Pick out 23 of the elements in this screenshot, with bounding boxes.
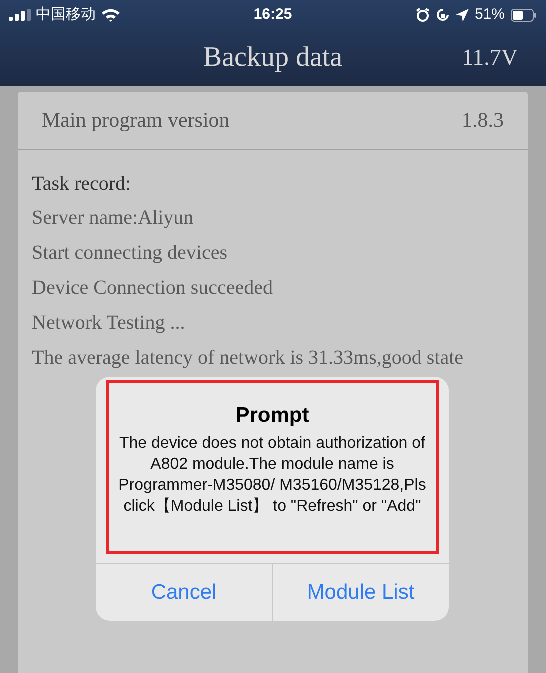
battery-icon	[511, 8, 537, 22]
task-record-line: Network Testing ...	[32, 311, 186, 335]
battery-percent: 51%	[474, 4, 505, 25]
voltage-reading: 11.7V	[462, 44, 518, 72]
clock-time: 16:25	[254, 4, 292, 25]
task-record-line: Server name:Aliyun	[32, 206, 195, 230]
cancel-button[interactable]: Cancel	[96, 564, 272, 621]
task-record-line: Start connecting devices	[32, 241, 228, 265]
location-arrow-icon	[456, 8, 469, 22]
task-record-line: Device Connection succeeded	[32, 276, 274, 300]
wifi-icon	[101, 8, 121, 22]
dialog-message: The device does not obtain authorization of A802 module.The module name is Programmer-M35080/ M35160/M35128,Pls click【Module List】 to "Refresh" or "Add"	[118, 434, 428, 517]
version-value: 1.8.3	[462, 106, 504, 134]
task-record-heading: Task record:	[32, 172, 132, 196]
signal-icon	[9, 9, 31, 21]
alarm-icon	[416, 8, 430, 22]
page-title: Backup data	[203, 41, 343, 75]
task-record-line: The average latency of network is 31.33ms,good state	[32, 346, 465, 370]
module-list-button[interactable]: Module List	[272, 564, 449, 621]
version-label: Main program version	[42, 106, 230, 134]
dialog-title: Prompt	[236, 403, 310, 429]
carrier-name: 中国移动	[36, 4, 96, 25]
rotation-lock-icon	[436, 8, 450, 22]
